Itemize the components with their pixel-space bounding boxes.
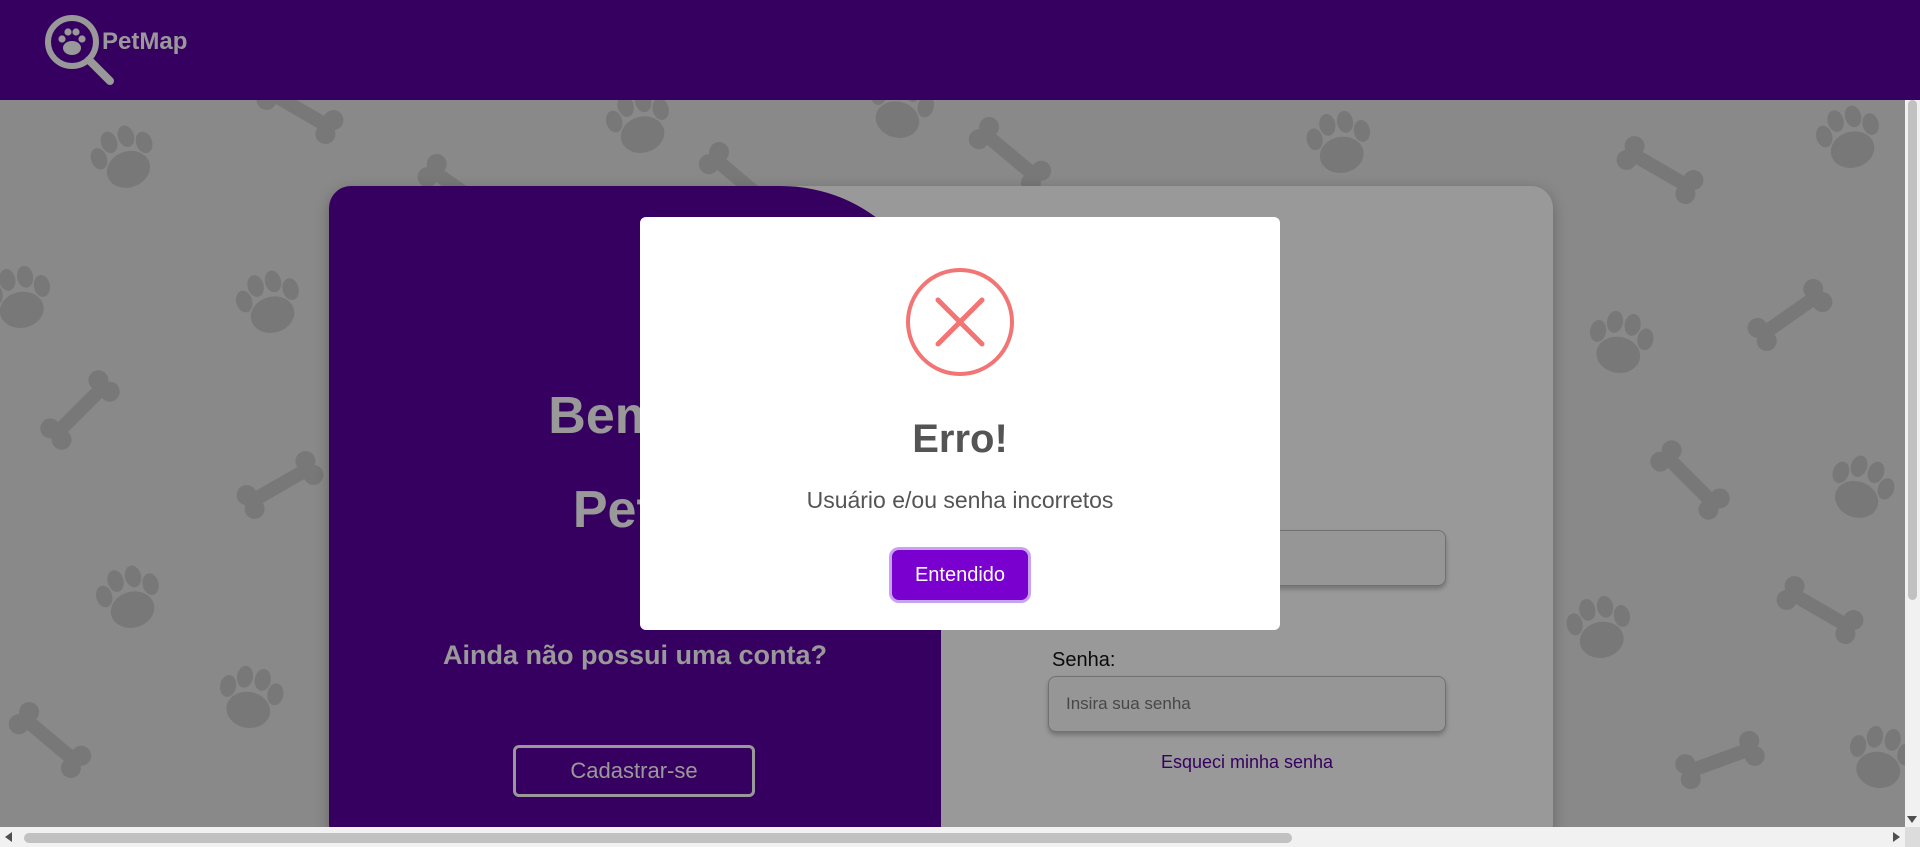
error-x-icon <box>906 268 1014 376</box>
vertical-scrollbar[interactable] <box>1905 100 1920 827</box>
dialog-message: Usuário e/ou senha incorretos <box>806 487 1114 513</box>
horizontal-scroll-thumb[interactable] <box>24 833 1292 843</box>
scroll-left-icon[interactable] <box>5 832 12 842</box>
error-dialog: Erro! Usuário e/ou senha incorretos Ente… <box>640 217 1280 630</box>
vertical-scroll-thumb[interactable] <box>1908 100 1917 600</box>
scrollbar-corner <box>1905 827 1920 847</box>
dialog-title: Erro! <box>912 417 1008 461</box>
scroll-down-icon[interactable] <box>1907 816 1917 823</box>
scroll-right-icon[interactable] <box>1893 832 1900 842</box>
confirm-button[interactable]: Entendido <box>892 550 1028 600</box>
horizontal-scrollbar[interactable] <box>0 827 1905 847</box>
